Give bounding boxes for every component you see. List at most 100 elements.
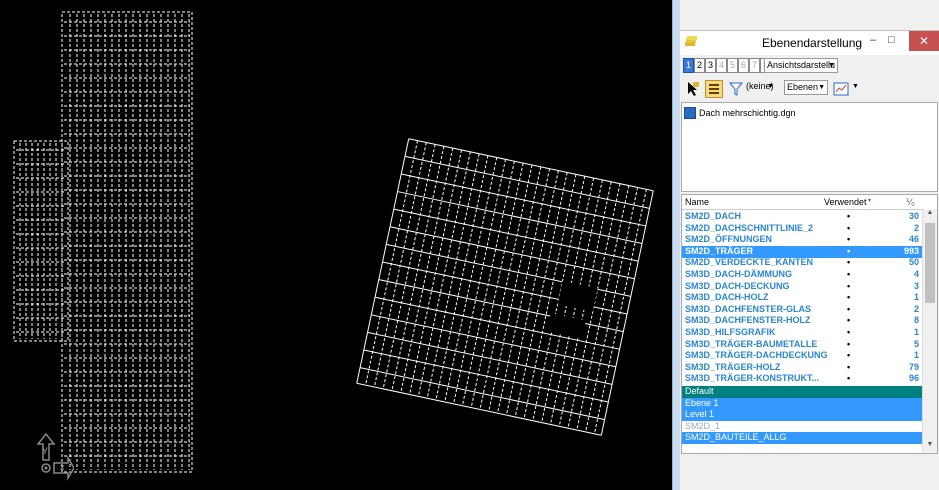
- level-used-indicator: •: [847, 234, 851, 245]
- view-tab-2[interactable]: 2: [694, 58, 705, 73]
- level-row[interactable]: SM3D_HILFSGRAFIK • 1: [682, 327, 922, 339]
- x-axis-label: X: [60, 465, 65, 472]
- file-list: Dach mehrschichtig.dgn: [681, 102, 938, 192]
- level-name: SM3D_DACHFENSTER-GLAS: [685, 303, 812, 314]
- level-name: SM3D_TRÄGER-DACHDECKUNG: [685, 350, 828, 361]
- level-name: SM2D_DACHSCHNITTLINIE_2: [685, 222, 814, 233]
- view-tab-3[interactable]: 3: [705, 58, 716, 73]
- chevron-down-icon: ▼: [818, 84, 825, 91]
- level-row[interactable]: SM3D_DACH-HOLZ • 1: [682, 292, 922, 304]
- file-item[interactable]: Dach mehrschichtig.dgn: [684, 107, 796, 119]
- col-name-header[interactable]: Name: [685, 197, 709, 207]
- level-list-button[interactable]: [705, 80, 723, 98]
- view-tab-4[interactable]: 4: [716, 58, 727, 73]
- level-name: SM3D_TRÄGER-BAUMETALLE: [685, 338, 818, 349]
- level-name: SM2D_VERDECKTE_KANTEN: [685, 257, 814, 268]
- level-name: SM3D_TRÄGER-KONSTRUKT...: [685, 373, 820, 384]
- level-used-indicator: •: [847, 257, 851, 268]
- y-axis-label: Y: [42, 446, 49, 456]
- level-name: Ebene 1: [685, 397, 719, 408]
- view-axis-indicator: Y X: [34, 432, 74, 482]
- view-tab-1[interactable]: 1: [683, 58, 694, 73]
- view-display-dropdown[interactable]: Ansichtsdarstellu ▼: [764, 58, 838, 73]
- level-row-unused[interactable]: Ebene 1: [682, 397, 922, 410]
- level-row[interactable]: SM3D_DACH-DECKUNG • 3: [682, 281, 922, 293]
- level-used-indicator: •: [847, 303, 851, 314]
- title-bar[interactable]: Ebenendarstellung – □ ✕: [680, 30, 939, 55]
- level-row[interactable]: SM2D_DACHSCHNITTLINIE_2 • 2: [682, 223, 922, 235]
- level-element-count: 993: [903, 245, 919, 256]
- chart-icon[interactable]: [833, 80, 849, 98]
- window-splitter[interactable]: [672, 0, 680, 490]
- level-used-indicator: •: [847, 373, 851, 384]
- level-row[interactable]: SM3D_TRÄGER-BAUMETALLE • 5: [682, 339, 922, 351]
- level-name: SM3D_HILFSGRAFIK: [685, 327, 776, 337]
- levels-icon: [685, 36, 697, 46]
- level-row-unused[interactable]: Default: [682, 386, 922, 398]
- level-row-unused[interactable]: Level 1: [682, 409, 922, 422]
- scroll-down-icon[interactable]: ▼: [923, 441, 937, 453]
- count-header-icon[interactable]: ⅟₀: [906, 197, 915, 208]
- list-icon: [709, 84, 719, 94]
- chevron-down-icon: ▼: [828, 62, 835, 69]
- level-row-unused[interactable]: SM2D_BAUTEILE_ALLG: [682, 432, 922, 445]
- file-name: Dach mehrschichtig.dgn: [699, 108, 796, 118]
- level-table: Name Verwendet ▾ ⅟₀ SM2D_DACH • 30 SM2D_DAC…: [681, 194, 938, 454]
- view-display-value: Ansichtsdarstellu: [767, 60, 836, 70]
- level-element-count: 1: [913, 327, 919, 337]
- level-element-count: 30: [908, 211, 919, 221]
- minimize-icon[interactable]: –: [870, 34, 876, 46]
- level-row[interactable]: SM3D_DACHFENSTER-GLAS • 2: [682, 304, 922, 316]
- view-tab-7[interactable]: 7: [749, 58, 760, 73]
- level-used-indicator: •: [847, 327, 851, 337]
- level-element-count: 50: [908, 257, 919, 268]
- level-name: SM3D_DACH-DÄMMUNG: [685, 269, 792, 279]
- level-row-unused[interactable]: SM2D_1: [682, 420, 922, 433]
- level-element-count: 1: [913, 292, 919, 303]
- level-name: SM3D_DACHFENSTER-HOLZ: [685, 315, 811, 326]
- level-row[interactable]: SM3D_DACHFENSTER-HOLZ • 8: [682, 315, 922, 327]
- sort-indicator-icon: ▾: [868, 198, 872, 204]
- level-row[interactable]: SM2D_DACH • 30: [682, 211, 922, 223]
- level-name: SM2D_DACH: [685, 211, 742, 221]
- level-name: SM2D_TRÄGER: [685, 245, 754, 256]
- chevron-down-icon[interactable]: ▼: [852, 83, 859, 90]
- level-used-indicator: •: [847, 292, 851, 303]
- view-tab-5[interactable]: 5: [727, 58, 738, 73]
- drawing-canvas[interactable]: Y X: [0, 0, 672, 490]
- levels-dropdown[interactable]: Ebenen ▼: [784, 80, 828, 95]
- close-icon[interactable]: ✕: [909, 31, 939, 51]
- level-row[interactable]: SM3D_TRÄGER-KONSTRUKT... • 96: [682, 373, 922, 385]
- level-used-indicator: •: [847, 315, 851, 326]
- levels-value: Ebenen: [787, 82, 819, 92]
- level-row[interactable]: SM2D_VERDECKTE_KANTEN • 50: [682, 257, 922, 269]
- level-display-panel: Ebenendarstellung – □ ✕ 1 2 3 4 5 6 7 8 …: [680, 0, 939, 490]
- chevron-down-icon: ▼: [767, 83, 774, 90]
- level-name: Default: [685, 386, 714, 396]
- filter-icon[interactable]: [729, 80, 743, 98]
- level-element-count: 1: [913, 350, 919, 361]
- level-used-indicator: •: [847, 338, 851, 349]
- level-used-indicator: •: [847, 245, 851, 256]
- panel-footer: [680, 456, 939, 490]
- level-used-indicator: •: [847, 211, 851, 221]
- view-tab-6[interactable]: 6: [738, 58, 749, 73]
- maximize-icon[interactable]: □: [888, 34, 895, 46]
- level-element-count: 2: [913, 303, 919, 314]
- scroll-thumb[interactable]: [925, 223, 935, 303]
- filter-dropdown[interactable]: (keine) ▼: [744, 80, 776, 93]
- level-row[interactable]: SM3D_TRÄGER-HOLZ • 79: [682, 362, 922, 374]
- level-row[interactable]: SM2D_TRÄGER • 993: [682, 245, 922, 258]
- level-row[interactable]: SM3D_TRÄGER-DACHDECKUNG • 1: [682, 350, 922, 362]
- level-row[interactable]: SM2D_ÖFFNUNGEN • 46: [682, 234, 922, 246]
- level-element-count: 79: [908, 361, 919, 372]
- level-used-indicator: •: [847, 269, 851, 279]
- vertical-scrollbar[interactable]: ▲ ▼: [922, 209, 937, 453]
- level-element-count: 46: [908, 234, 919, 245]
- scroll-up-icon[interactable]: ▲: [923, 209, 937, 221]
- col-used-header[interactable]: Verwendet: [824, 197, 867, 207]
- select-arrow-icon[interactable]: [685, 80, 701, 98]
- level-used-indicator: •: [847, 222, 851, 233]
- level-row[interactable]: SM3D_DACH-DÄMMUNG • 4: [682, 269, 922, 281]
- level-element-count: 96: [908, 373, 919, 384]
